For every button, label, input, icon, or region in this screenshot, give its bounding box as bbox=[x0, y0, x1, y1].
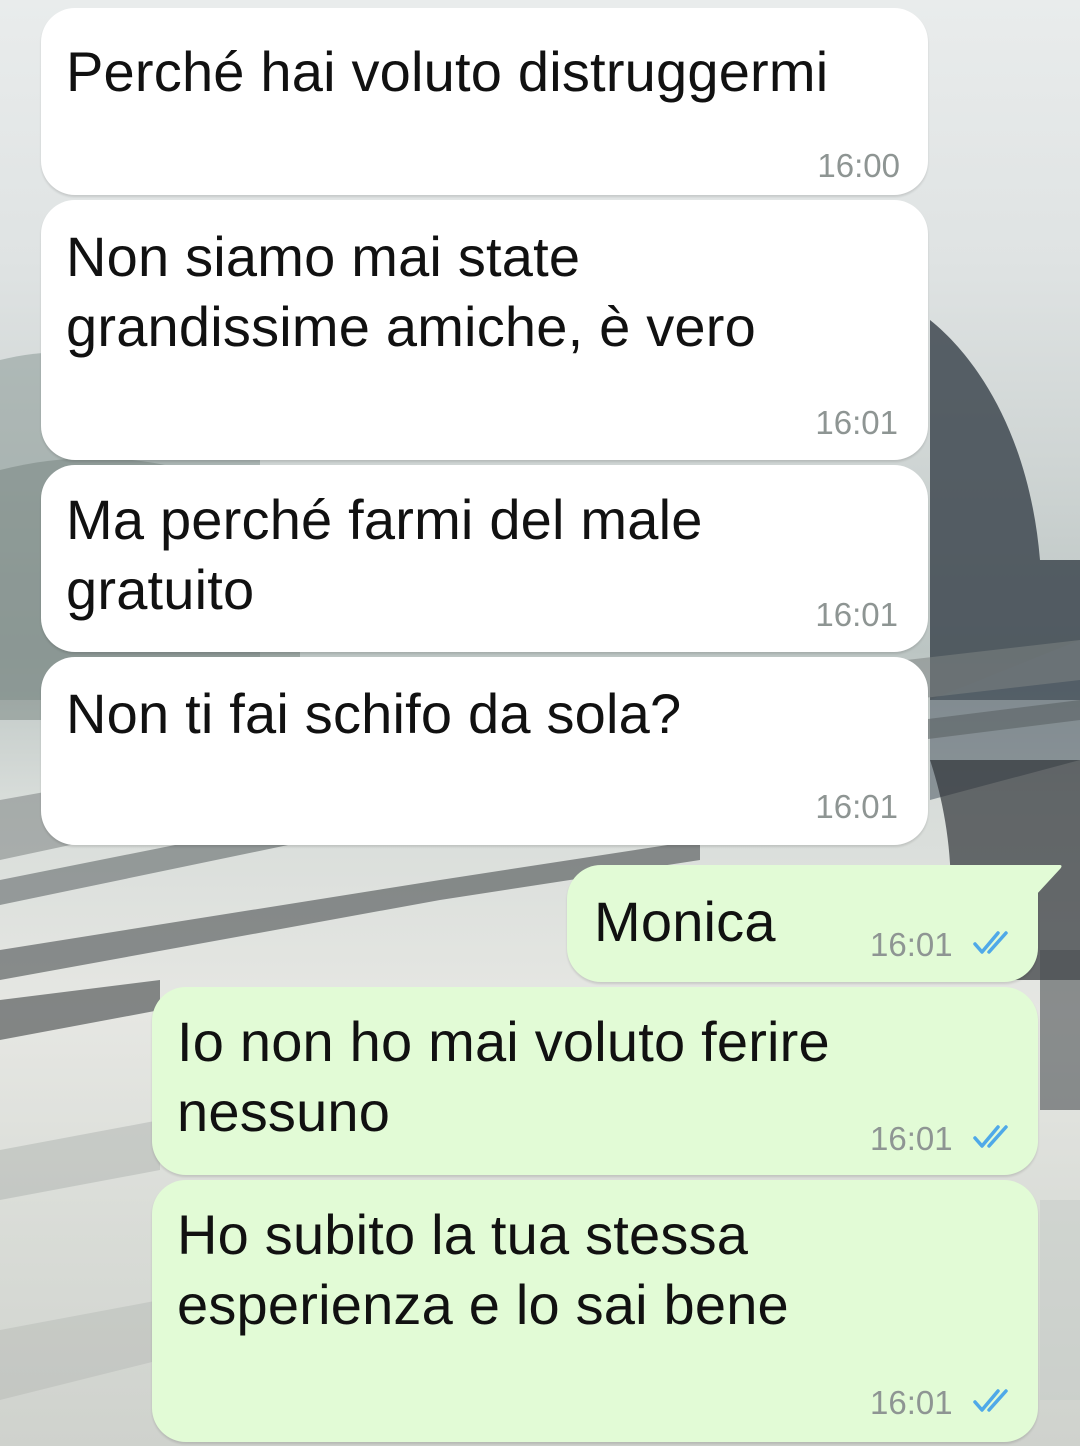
incoming-message-bubble[interactable]: Perché hai voluto distruggermi 16:00 bbox=[41, 8, 928, 195]
message-timestamp: 16:01 bbox=[815, 404, 898, 441]
message-timestamp: 16:01 bbox=[870, 926, 953, 963]
outgoing-message-bubble[interactable]: Monica 16:01 bbox=[567, 865, 1038, 982]
outgoing-message-bubble[interactable]: Io non ho mai voluto ferire nessuno 16:0… bbox=[152, 987, 1038, 1175]
message-text: Io non ho mai voluto ferire nessuno bbox=[177, 1010, 830, 1143]
message-timestamp: 16:01 bbox=[815, 788, 898, 825]
message-timestamp: 16:01 bbox=[870, 1120, 953, 1157]
incoming-message-bubble[interactable]: Non siamo mai state grandissime amiche, … bbox=[41, 200, 928, 460]
message-text: Ho subito la tua stessa esperienza e lo … bbox=[177, 1203, 789, 1336]
message-timestamp: 16:01 bbox=[870, 1384, 953, 1421]
double-check-icon bbox=[973, 1389, 1008, 1412]
outgoing-message-bubble[interactable]: Ho subito la tua stessa esperienza e lo … bbox=[152, 1180, 1038, 1442]
incoming-message-bubble[interactable]: Ma perché farmi del male gratuito 16:01 bbox=[41, 465, 928, 652]
message-text: Ma perché farmi del male gratuito bbox=[66, 488, 703, 621]
message-text: Non ti fai schifo da sola? bbox=[66, 682, 682, 745]
double-check-icon bbox=[973, 1125, 1008, 1148]
outgoing-bubble-tail bbox=[1036, 865, 1062, 895]
message-timestamp: 16:00 bbox=[817, 147, 900, 184]
message-text: Non siamo mai state grandissime amiche, … bbox=[66, 225, 756, 358]
message-timestamp: 16:01 bbox=[815, 596, 898, 633]
message-text: Perché hai voluto distruggermi bbox=[66, 40, 829, 103]
double-check-icon bbox=[973, 931, 1008, 954]
message-text: Monica bbox=[594, 890, 776, 953]
incoming-message-bubble[interactable]: Non ti fai schifo da sola? 16:01 bbox=[41, 657, 928, 845]
